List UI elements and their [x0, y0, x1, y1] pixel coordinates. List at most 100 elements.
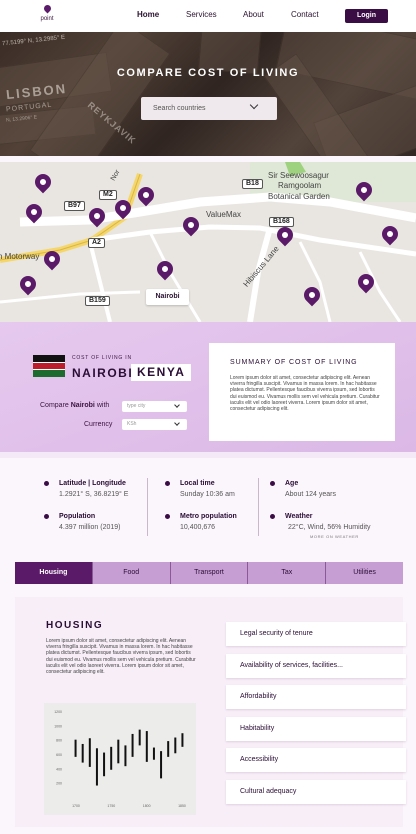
tab-housing[interactable]: Housing	[15, 562, 93, 584]
chart-bar	[117, 739, 120, 764]
compare-label: Compare Nairobi with	[40, 402, 110, 409]
criteria-habitability[interactable]: Habitability	[226, 717, 406, 741]
latlong-value: 1.2921° S, 36.8219° E	[59, 491, 129, 498]
kenya-flag-icon	[33, 355, 65, 377]
metro-label: Metro population	[180, 513, 237, 520]
x-tick-label: 1700	[72, 804, 80, 808]
criteria-legal-security[interactable]: Legal security of tenure	[226, 622, 406, 646]
localtime-value: Sunday 10:36 am	[180, 491, 235, 498]
pinpoint-logo[interactable]: point	[34, 2, 60, 30]
road-sign-b97: B97	[64, 201, 85, 211]
map-label-garden-3: Botanical Garden	[268, 192, 330, 201]
tab-food[interactable]: Food	[92, 562, 171, 584]
summary-card: SUMMARY OF COST OF LIVING Lorem ipsum do…	[209, 343, 395, 441]
pin-drop-icon	[42, 3, 52, 14]
cost-city: NAIROBI,	[72, 366, 138, 380]
x-tick-label: 1750	[107, 804, 115, 808]
metro-value: 10,400,676	[180, 524, 216, 531]
age-value: About 124 years	[285, 491, 336, 498]
search-placeholder: Search countries	[153, 105, 206, 112]
nav-services[interactable]: Services	[186, 10, 217, 19]
housing-text: Lorem ipsum dolor sit amet, consectetur …	[46, 638, 196, 676]
login-button[interactable]: Login	[345, 9, 388, 23]
y-tick-label: 1000	[54, 724, 62, 728]
chart-bar	[74, 739, 77, 757]
y-tick-label: 400	[56, 767, 62, 771]
summary-title: SUMMARY OF COST OF LIVING	[230, 359, 358, 366]
y-tick-label: 200	[56, 782, 62, 786]
road-sign-m2: M2	[99, 190, 117, 200]
latlong-label: Latitude | Longitude	[59, 480, 126, 487]
housing-chart-svg: 200 400 600 800 1000 1200 1700 1750 1800 1850	[54, 710, 186, 808]
localtime-label: Local time	[180, 480, 215, 487]
weather-label: Weather	[285, 513, 313, 520]
stat-bullet-icon	[165, 481, 170, 486]
chart-bar	[138, 729, 141, 746]
nav-about[interactable]: About	[243, 10, 264, 19]
chevron-down-icon	[249, 100, 259, 110]
criteria-affordability[interactable]: Affordability	[226, 685, 406, 709]
chart-bar	[152, 747, 155, 760]
y-tick-label: 1200	[54, 710, 62, 714]
chart-bar	[145, 731, 148, 762]
x-tick-label: 1800	[143, 804, 151, 808]
stat-bullet-icon	[44, 481, 49, 486]
city-stats	[0, 458, 416, 558]
chart-bar	[131, 733, 134, 757]
cost-country: KENYA	[131, 364, 192, 381]
logo-subtext: point	[40, 16, 54, 22]
currency-label: Currency	[84, 421, 113, 428]
tab-utilities[interactable]: Utilities	[326, 562, 403, 584]
chevron-down-icon	[174, 402, 180, 408]
chart-bar	[88, 738, 91, 767]
road-sign-b18: B18	[242, 179, 263, 189]
currency-select[interactable]: KSh	[122, 419, 187, 430]
chart-bar	[95, 748, 98, 786]
more-weather-link[interactable]: MORE ON WEATHER	[310, 534, 359, 539]
chart-bar	[81, 743, 84, 763]
road-sign-a2: A2	[88, 238, 105, 248]
hero-banner: 77.5199° N, 13.2985° E LISBON PORTUGAL N…	[0, 32, 416, 156]
road-sign-b168: B168	[269, 217, 294, 227]
population-label: Population	[59, 513, 96, 520]
x-tick-label: 1850	[178, 804, 186, 808]
map-label-garden-2: Ramgoolam	[278, 181, 322, 190]
stat-bullet-icon	[44, 514, 49, 519]
y-tick-label: 800	[56, 739, 62, 743]
chart-bar	[124, 745, 127, 767]
criteria-cultural-adequacy[interactable]: Cultural adequacy	[226, 780, 406, 804]
summary-text: Lorem ipsum dolor sit amet, consectetur …	[230, 375, 380, 413]
stat-bullet-icon	[270, 514, 275, 519]
chart-bar	[110, 746, 113, 770]
map-label-valuemax: ValueMax	[206, 210, 241, 219]
tab-tax[interactable]: Tax	[248, 562, 327, 584]
housing-title: HOUSING	[46, 620, 104, 631]
compare-city-select[interactable]: type city	[122, 401, 187, 412]
map-view[interactable]: Sir Seewoosagur Ramgoolam Botanical Gard…	[0, 162, 416, 322]
chart-bar	[167, 741, 170, 757]
map-label-motorway: h Motorway	[0, 252, 40, 261]
map-popup-nairobi[interactable]: Nairobi	[146, 289, 189, 305]
search-countries-input[interactable]: Search countries	[141, 97, 277, 120]
stat-bullet-icon	[165, 514, 170, 519]
age-label: Age	[285, 480, 299, 487]
housing-panel: HOUSING Lorem ipsum dolor sit amet, cons…	[15, 597, 406, 827]
road-sign-b159: B159	[85, 296, 110, 306]
chevron-down-icon	[174, 420, 180, 426]
top-navbar: point Home Services About Contact Login	[0, 0, 416, 32]
chart-bar	[181, 733, 184, 747]
cost-subtitle: COST OF LIVING IN	[72, 355, 132, 361]
criteria-availability[interactable]: Availability of services, facilities...	[226, 654, 406, 678]
hero-title: COMPARE COST OF LIVING	[116, 67, 300, 79]
nav-home[interactable]: Home	[137, 10, 159, 19]
category-tabs: Housing Food Transport Tax Utilities	[15, 562, 403, 584]
chart-bar	[160, 751, 163, 779]
chart-bar	[174, 737, 177, 754]
criteria-accessibility[interactable]: Accessibility	[226, 748, 406, 772]
map-label-garden-1: Sir Seewoosagur	[268, 171, 329, 180]
nav-contact[interactable]: Contact	[291, 10, 319, 19]
map-roads	[0, 162, 416, 322]
stat-bullet-icon	[270, 481, 275, 486]
tab-transport[interactable]: Transport	[170, 562, 249, 584]
weather-value: 22°C, Wind, 56% Humidity	[288, 524, 371, 531]
